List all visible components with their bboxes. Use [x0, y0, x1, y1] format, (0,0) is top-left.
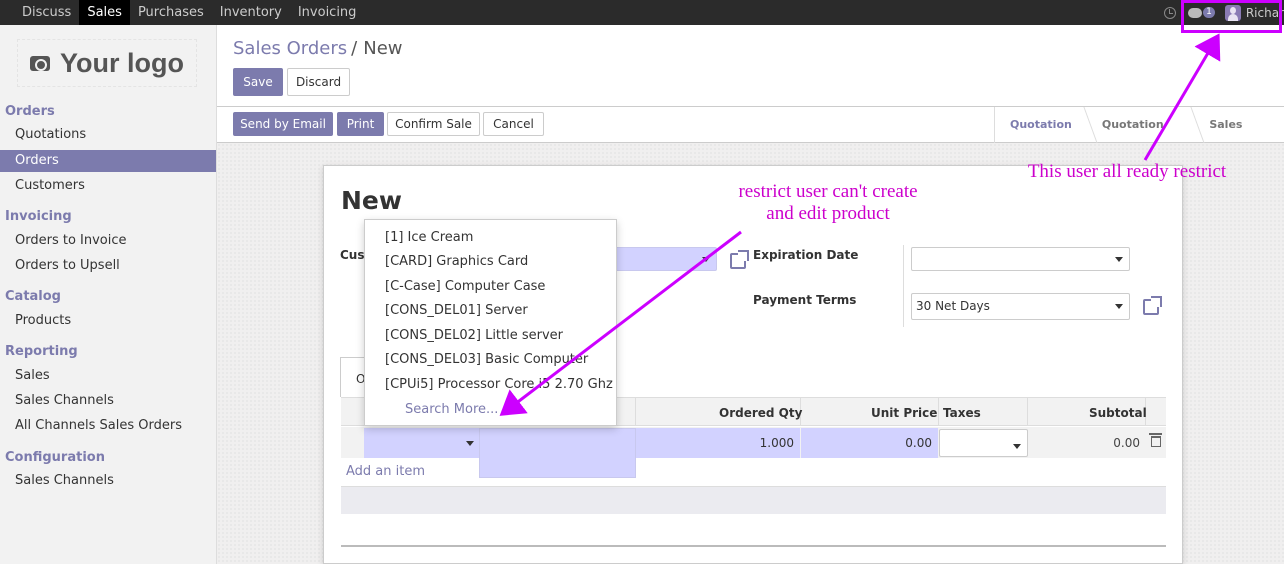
- annotation-arrow-to-search-more: [499, 230, 742, 416]
- annotation-restrict-line2: and edit product: [766, 203, 890, 224]
- annotation-restrict-line1: restrict user can't create: [738, 181, 918, 202]
- annotation-arrow-to-user: [1143, 33, 1221, 161]
- annotation-arrows: [499, 33, 1221, 416]
- annotation-user-note: This user all ready restrict: [1027, 161, 1227, 182]
- annotation-highlight-box: [1181, 0, 1282, 33]
- annotation-restrict-note: restrict user can't create and edit prod…: [720, 181, 936, 225]
